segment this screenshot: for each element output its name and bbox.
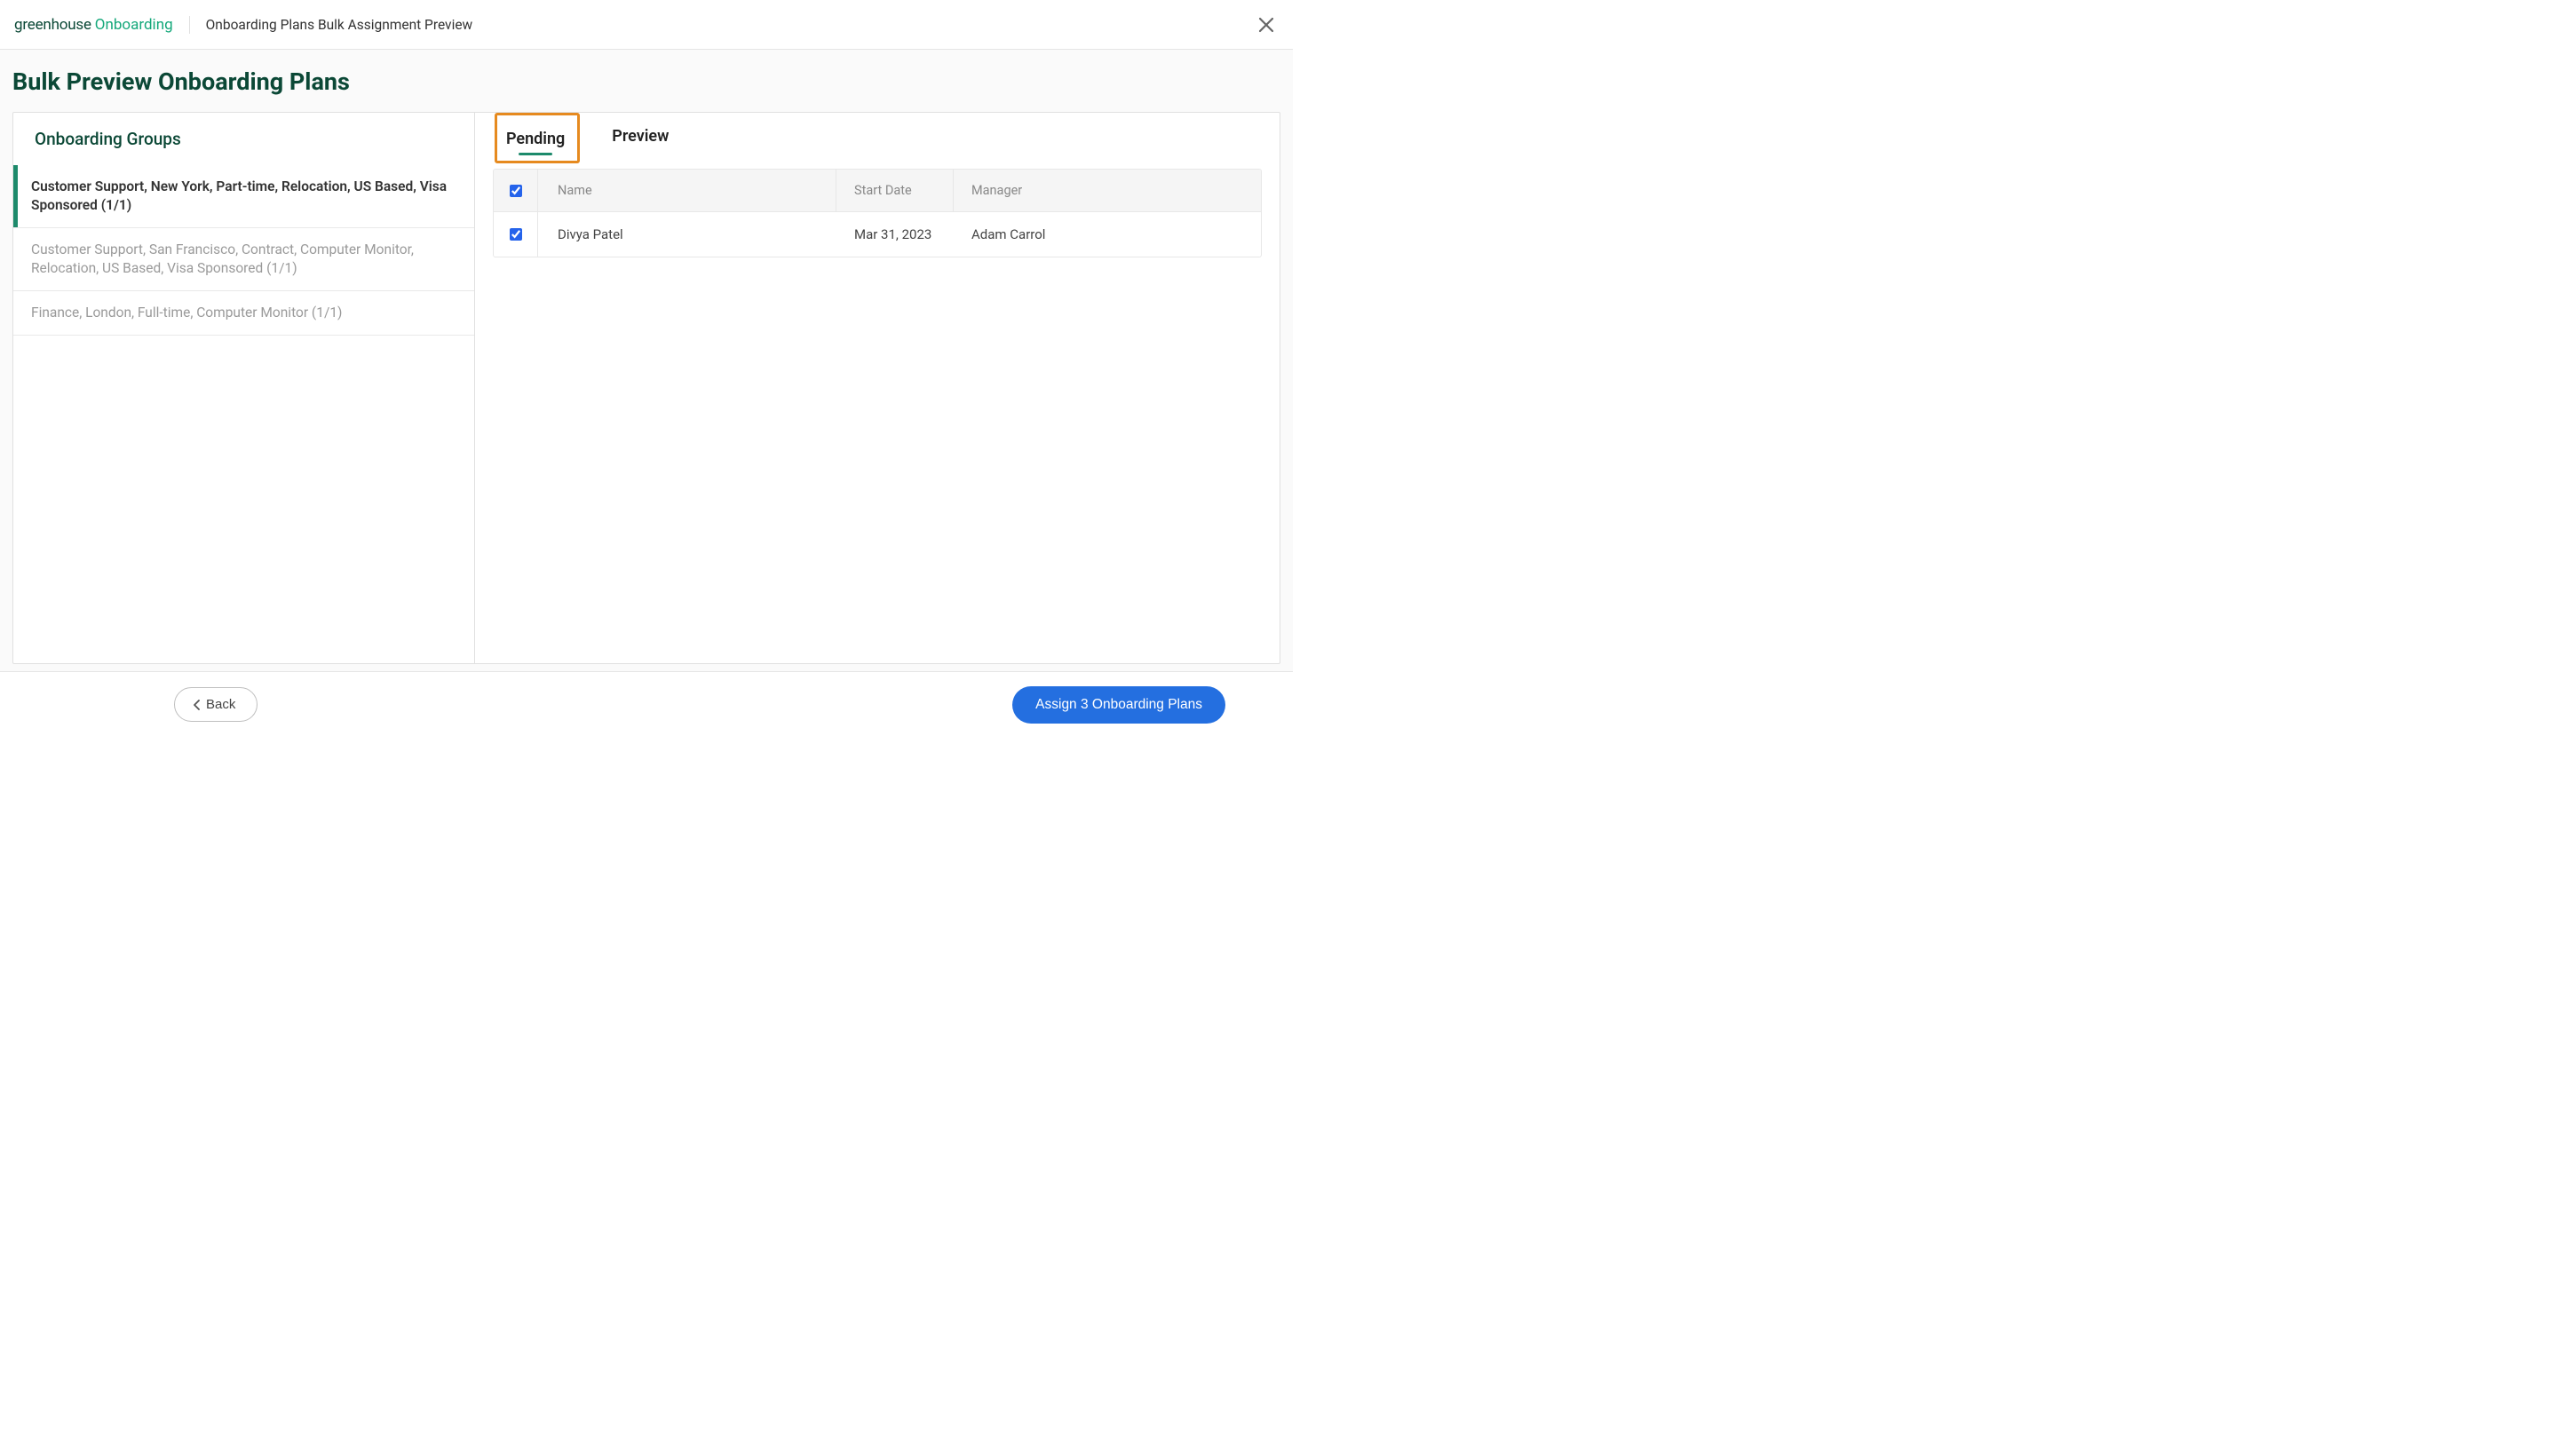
page-title: Bulk Preview Onboarding Plans	[12, 67, 1280, 96]
main-panel: Onboarding Groups Customer Support, New …	[12, 112, 1280, 664]
table-header-checkbox-cell	[494, 170, 538, 211]
close-button[interactable]	[1256, 14, 1277, 36]
highlight-annotation: Pending	[495, 113, 580, 163]
back-button-label: Back	[206, 697, 235, 712]
sidebar-title: Onboarding Groups	[13, 113, 474, 165]
sidebar-item-group[interactable]: Finance, London, Full-time, Computer Mon…	[13, 291, 474, 336]
sidebar: Onboarding Groups Customer Support, New …	[13, 113, 475, 663]
table-row: Divya Patel Mar 31, 2023 Adam Carrol	[494, 212, 1261, 257]
sidebar-item-group[interactable]: Customer Support, San Francisco, Contrac…	[13, 228, 474, 291]
pending-table: Name Start Date Manager Divya Patel Mar …	[493, 169, 1262, 257]
table-header-name: Name	[538, 170, 836, 211]
assign-button[interactable]: Assign 3 Onboarding Plans	[1012, 686, 1225, 724]
row-checkbox[interactable]	[510, 228, 522, 241]
close-icon	[1258, 17, 1274, 33]
main-content: Pending Preview Name Start Date Manager	[475, 113, 1280, 663]
tab-preview[interactable]: Preview	[610, 113, 670, 163]
table-cell-start-date: Mar 31, 2023	[836, 212, 954, 257]
select-all-checkbox[interactable]	[510, 185, 522, 197]
tab-pending[interactable]: Pending	[504, 115, 567, 161]
logo-greenhouse: greenhouse	[14, 16, 91, 34]
chevron-left-icon	[193, 700, 201, 710]
sidebar-item-group[interactable]: Customer Support, New York, Part-time, R…	[13, 165, 474, 228]
table-cell-name: Divya Patel	[538, 212, 836, 257]
logo-onboarding: Onboarding	[95, 16, 173, 34]
table-header-row: Name Start Date Manager	[494, 170, 1261, 212]
tabs: Pending Preview	[493, 113, 1262, 163]
back-button[interactable]: Back	[174, 687, 258, 722]
page-body: Bulk Preview Onboarding Plans Onboarding…	[0, 50, 1293, 671]
table-header-manager: Manager	[954, 170, 1261, 211]
footer-bar: Back Assign 3 Onboarding Plans	[0, 671, 1293, 737]
table-cell-checkbox	[494, 212, 538, 257]
table-cell-manager: Adam Carrol	[954, 212, 1261, 257]
logo: greenhouse Onboarding	[14, 16, 190, 34]
breadcrumb: Onboarding Plans Bulk Assignment Preview	[206, 17, 473, 33]
table-header-start-date: Start Date	[836, 170, 954, 211]
header-bar: greenhouse Onboarding Onboarding Plans B…	[0, 0, 1293, 50]
